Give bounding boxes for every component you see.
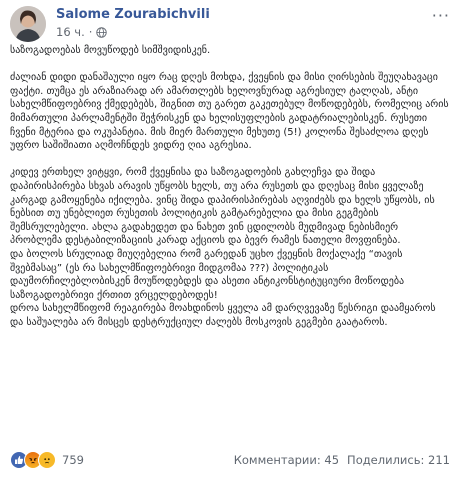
post-meta: 16 ч. · [56, 25, 108, 39]
post-footer: 759 Комментарии: 45 Поделились: 211 [10, 449, 450, 471]
post-paragraph: საზოგადოებას მოვუწოდებ სიმშვიდისკენ. [10, 45, 211, 56]
post-paragraph: დროა სახელმწიფომ რეაგირება მოახდინოს ყვე… [10, 303, 436, 328]
reaction-count: 759 [62, 453, 84, 467]
post-time[interactable]: 16 ч. [56, 25, 85, 39]
comments-count-link[interactable]: Комментарии: 45 [234, 453, 339, 467]
sad-reaction-icon [38, 451, 56, 469]
avatar[interactable] [10, 6, 46, 42]
post-text: საზოგადოებას მოვუწოდებ სიმშვიდისკენ. ძალ… [10, 44, 450, 444]
post-paragraph: და ბოლოს სრულიად მიუღებელია რომ გარედან … [10, 248, 405, 301]
separator-dot: · [88, 25, 93, 39]
globe-icon [96, 26, 108, 38]
engagement-stats: Комментарии: 45 Поделились: 211 [234, 453, 450, 467]
post-paragraph: კიდევ ერთხელ ვიტყვი, რომ ქვეყნისა და საზ… [10, 167, 435, 247]
post-paragraph: ძალიან დიდი დანაშაული იყო რაც დღეს მოხდა… [10, 72, 449, 152]
shares-count-link[interactable]: Поделились: 211 [347, 453, 450, 467]
avatar-image [10, 6, 46, 42]
more-options-icon[interactable]: ··· [432, 8, 450, 24]
post-header: Salome Zourabichvili 16 ч. · ··· [10, 6, 450, 42]
reactions-summary[interactable]: 759 [10, 451, 84, 469]
author-name[interactable]: Salome Zourabichvili [56, 7, 210, 22]
